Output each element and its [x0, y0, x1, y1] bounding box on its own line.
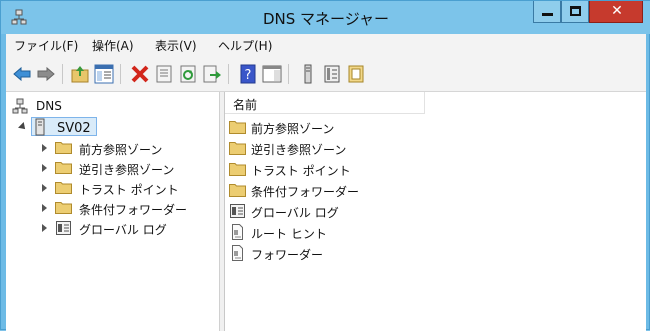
document-icon: [232, 245, 243, 261]
list-item[interactable]: フォワーダー: [229, 243, 449, 264]
menu-help[interactable]: ヘルプ(H): [218, 37, 272, 54]
records-icon[interactable]: [322, 64, 342, 84]
tree-item-reverse-zones[interactable]: 逆引き参照ゾーン: [39, 158, 219, 178]
list-item-label: グローバル ログ: [251, 206, 339, 220]
log-icon: [56, 221, 71, 235]
folder-icon: [55, 142, 72, 154]
properties-icon[interactable]: [154, 64, 174, 84]
list-item-label: フォワーダー: [251, 248, 324, 262]
expand-arrow-icon[interactable]: [42, 144, 47, 152]
expand-arrow-icon[interactable]: [42, 184, 47, 192]
tree-label: 前方参照ゾーン: [79, 143, 163, 157]
close-icon: ✕: [611, 3, 623, 19]
tree-label: グローバル ログ: [79, 223, 167, 237]
list-item-label: 前方参照ゾーン: [251, 122, 335, 136]
title-bar[interactable]: DNS マネージャー ✕: [1, 1, 650, 34]
up-folder-icon[interactable]: [70, 64, 90, 84]
folder-icon: [55, 182, 72, 194]
tree-label: DNS: [36, 99, 62, 113]
menu-view[interactable]: 表示(V): [155, 37, 197, 54]
notes-icon[interactable]: [346, 64, 366, 84]
show-hide-tree-icon[interactable]: [94, 64, 114, 84]
toolbar-separator: [120, 64, 121, 84]
list-item[interactable]: 逆引き参照ゾーン: [229, 138, 449, 159]
details-pane[interactable]: 名前 前方参照ゾーン 逆引き参照ゾーン トラスト ポイント 条件付フォワーダー …: [225, 92, 646, 331]
folder-icon: [229, 163, 246, 176]
toolbar: ?: [6, 56, 646, 92]
column-header-name[interactable]: 名前: [225, 92, 425, 114]
list-item[interactable]: グローバル ログ: [229, 201, 449, 222]
forward-arrow-icon[interactable]: [36, 64, 56, 84]
close-button[interactable]: ✕: [589, 1, 643, 23]
folder-icon: [229, 142, 246, 155]
tree-item-global-logs[interactable]: グローバル ログ: [39, 218, 219, 238]
back-arrow-icon[interactable]: [12, 64, 32, 84]
tree-item-server-sv02[interactable]: SV02: [18, 118, 119, 138]
export-icon[interactable]: [202, 64, 222, 84]
menu-action[interactable]: 操作(A): [92, 37, 134, 54]
tree-label: 条件付フォワーダー: [79, 203, 188, 217]
column-header-label: 名前: [233, 98, 258, 112]
folder-icon: [229, 121, 246, 134]
folder-icon: [229, 184, 246, 197]
folder-icon: [55, 202, 72, 214]
tree-label: トラスト ポイント: [79, 183, 179, 197]
toolbar-separator: [288, 64, 289, 84]
expand-arrow-icon[interactable]: [42, 164, 47, 172]
server-icon: [35, 118, 45, 136]
document-icon: [232, 224, 243, 240]
minimize-button[interactable]: [533, 1, 561, 23]
expand-arrow-icon[interactable]: [42, 204, 47, 212]
dns-root-icon: [12, 98, 28, 114]
toolbar-separator: [62, 64, 63, 84]
log-icon: [230, 204, 245, 218]
list-item[interactable]: 条件付フォワーダー: [229, 180, 449, 201]
list-item[interactable]: ルート ヒント: [229, 222, 449, 243]
help-icon[interactable]: ?: [238, 64, 258, 84]
dns-manager-window: DNS マネージャー ✕ ファイル(F) 操作(A) 表示(V) ヘルプ(H) …: [0, 0, 650, 331]
tree-item-conditional-forwarders[interactable]: 条件付フォワーダー: [39, 198, 219, 218]
minimize-icon: [542, 13, 553, 16]
maximize-button[interactable]: [561, 1, 589, 23]
folder-icon: [55, 162, 72, 174]
delete-icon[interactable]: [130, 64, 150, 84]
list-item-label: トラスト ポイント: [251, 164, 351, 178]
list-item-label: 条件付フォワーダー: [251, 185, 360, 199]
toolbar-separator: [228, 64, 229, 84]
collapse-arrow-icon[interactable]: [18, 122, 28, 132]
menu-file[interactable]: ファイル(F): [14, 37, 78, 54]
list-item-label: 逆引き参照ゾーン: [251, 143, 347, 157]
tree-label: 逆引き参照ゾーン: [79, 163, 175, 177]
maximize-icon: [570, 6, 581, 16]
list-item[interactable]: 前方参照ゾーン: [229, 117, 449, 138]
menu-bar: ファイル(F) 操作(A) 表示(V) ヘルプ(H): [6, 34, 646, 56]
action-pane-icon[interactable]: [262, 64, 282, 84]
tree-item-trust-points[interactable]: トラスト ポイント: [39, 178, 219, 198]
tree-label: SV02: [57, 121, 91, 136]
server-icon[interactable]: [298, 64, 318, 84]
list-item[interactable]: トラスト ポイント: [229, 159, 449, 180]
svg-text:?: ?: [245, 68, 252, 83]
expand-arrow-icon[interactable]: [42, 224, 47, 232]
tree-item-forward-zones[interactable]: 前方参照ゾーン: [39, 138, 219, 158]
refresh-icon[interactable]: [178, 64, 198, 84]
list-item-label: ルート ヒント: [251, 227, 327, 241]
